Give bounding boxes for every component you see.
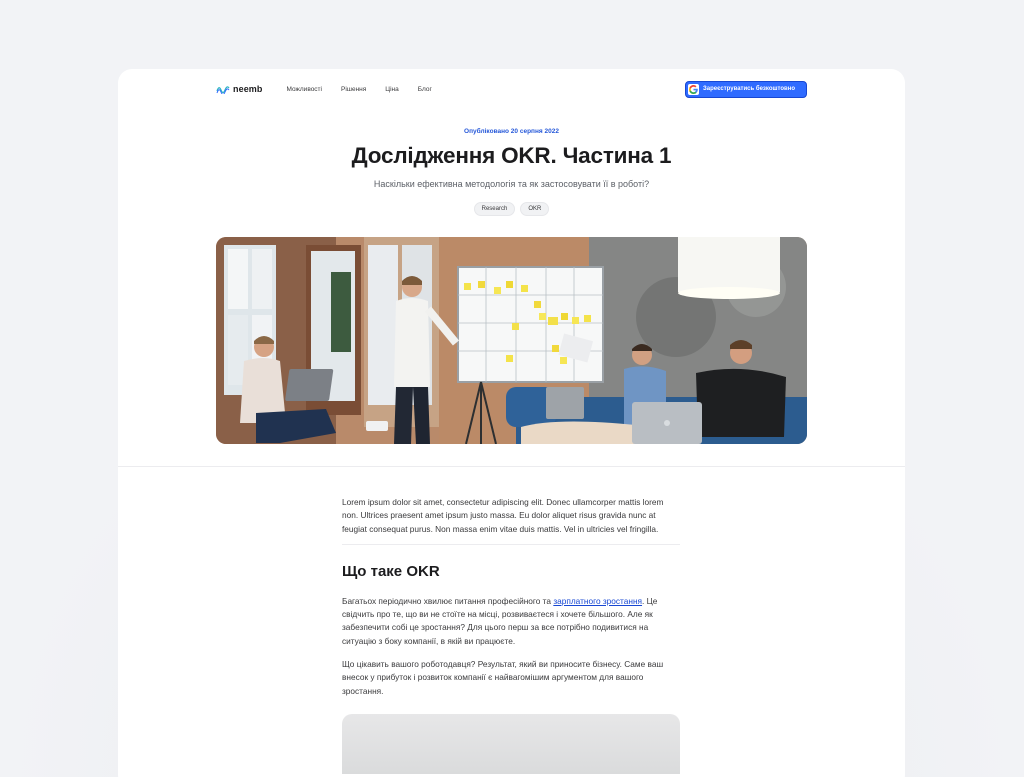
- logo-waves-icon: [216, 84, 230, 94]
- google-icon: [688, 83, 699, 95]
- google-signup-button[interactable]: Зареєструватись безкоштовно: [685, 80, 807, 98]
- logo[interactable]: neemb: [216, 84, 263, 94]
- article-image: [342, 713, 680, 774]
- top-navigation: neemb Можливості Рішення Ціна Блог Зареє…: [216, 75, 807, 103]
- signup-label: Зареєструватись безкоштовно: [703, 86, 795, 92]
- article-card: neemb Можливості Рішення Ціна Блог Зареє…: [118, 69, 905, 777]
- article-body: Lorem ipsum dolor sit amet, consectetur …: [342, 496, 680, 774]
- logo-text: neemb: [233, 84, 263, 94]
- tag-research[interactable]: Research: [473, 202, 516, 216]
- tag-okr[interactable]: OKR: [520, 202, 550, 216]
- paragraph-2: Що цікавить вашого роботодавця? Результа…: [342, 659, 664, 696]
- hero-image: [216, 237, 807, 444]
- page-subtitle: Наскільки ефективна методологія та як за…: [373, 179, 650, 189]
- paragraph-1-text-a: Багатьох періодично хвилює питання профе…: [342, 595, 554, 606]
- menu-item-features[interactable]: Можливості: [287, 86, 322, 93]
- main-menu: Можливості Рішення Ціна Блог: [287, 86, 432, 93]
- page-title: Дослідження OKR. Частина 1: [351, 143, 672, 168]
- salary-growth-link[interactable]: зарплатного зростання: [553, 596, 642, 606]
- menu-item-blog[interactable]: Блог: [418, 86, 432, 93]
- paragraph-1: Багатьох періодично хвилює питання профе…: [342, 595, 680, 648]
- menu-item-solutions[interactable]: Рішення: [341, 86, 366, 93]
- intro-paragraph: Lorem ipsum dolor sit amet, consectetur …: [342, 497, 664, 534]
- tag-list: Research OKR: [118, 202, 905, 216]
- menu-item-pricing[interactable]: Ціна: [385, 86, 398, 93]
- section-divider: [118, 466, 905, 467]
- section-heading: Що таке OKR: [342, 562, 440, 580]
- published-date: Опубліковано 20 серпня 2022: [464, 128, 559, 135]
- intro-divider: [342, 543, 680, 545]
